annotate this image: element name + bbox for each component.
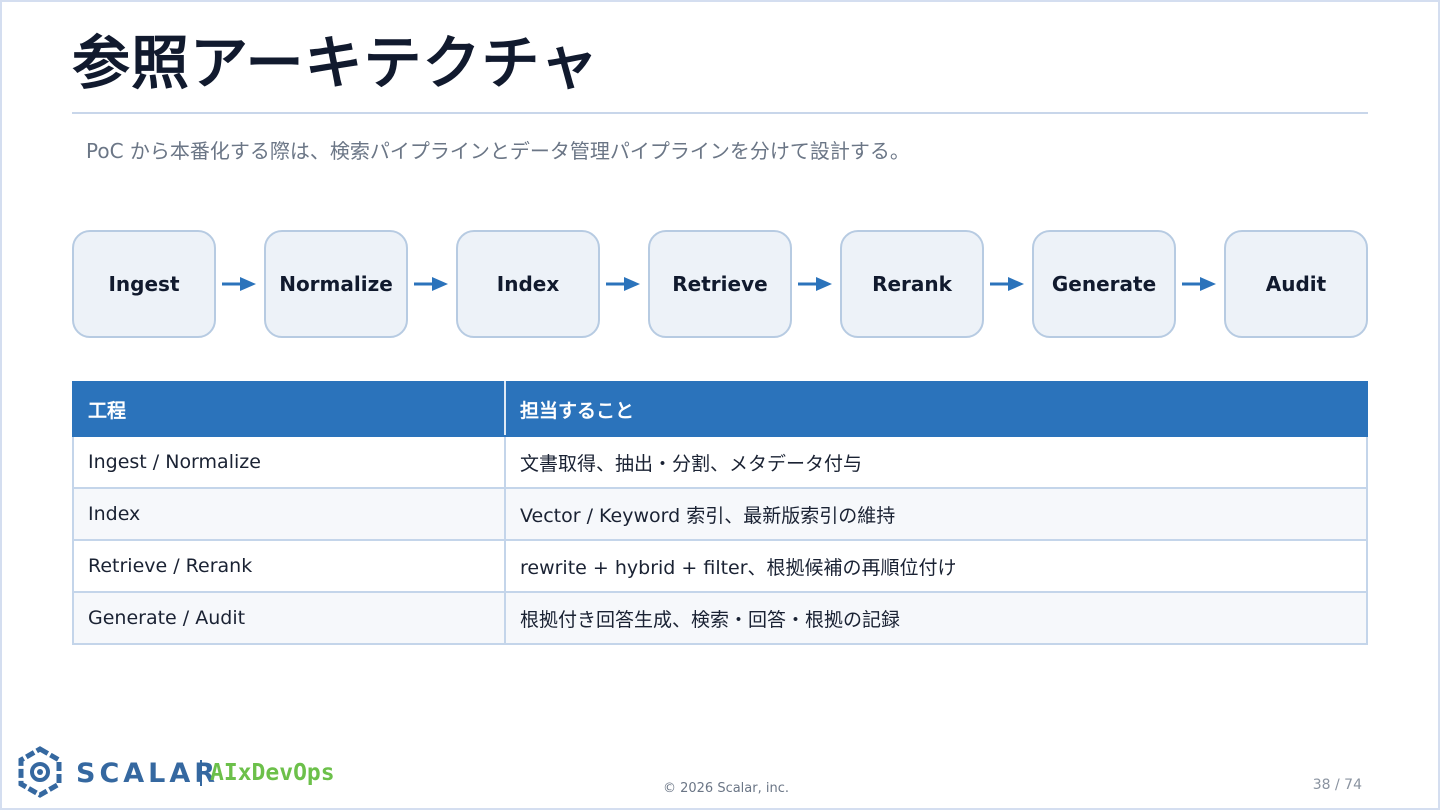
arrow-right-icon <box>222 277 256 291</box>
table-row: Retrieve / Rerank rewrite + hybrid + fil… <box>72 539 1368 593</box>
arrow-right-icon <box>798 277 832 291</box>
responsibility-table: 工程 担当すること Ingest / Normalize 文書取得、抽出・分割、… <box>72 381 1368 645</box>
arrow-right-icon <box>414 277 448 291</box>
page-number: 38 / 74 <box>1312 777 1362 793</box>
table-header-row: 工程 担当すること <box>72 381 1368 437</box>
pipeline-step-generate: Generate <box>1032 230 1176 338</box>
table-cell-responsibility: Vector / Keyword 索引、最新版索引の維持 <box>504 487 1368 541</box>
table-cell-responsibility: 文書取得、抽出・分割、メタデータ付与 <box>504 435 1368 489</box>
pipeline-flow: Ingest Normalize Index Retrieve Rerank G… <box>0 0 1440 360</box>
pipeline-step-rerank: Rerank <box>840 230 984 338</box>
copyright-text: © 2026 Scalar, inc. <box>662 781 790 796</box>
pipeline-step-normalize: Normalize <box>264 230 408 338</box>
table-cell-responsibility: 根拠付き回答生成、検索・回答・根拠の記録 <box>504 591 1368 645</box>
pipeline-step-audit: Audit <box>1224 230 1368 338</box>
table-row: Ingest / Normalize 文書取得、抽出・分割、メタデータ付与 <box>72 435 1368 489</box>
table-row: Index Vector / Keyword 索引、最新版索引の維持 <box>72 487 1368 541</box>
table-cell-stage: Index <box>72 487 506 541</box>
arrow-right-icon <box>606 277 640 291</box>
arrow-right-icon <box>990 277 1024 291</box>
table-header-stage: 工程 <box>72 381 506 437</box>
table-cell-stage: Retrieve / Rerank <box>72 539 506 593</box>
pipeline-step-ingest: Ingest <box>72 230 216 338</box>
pipeline-step-index: Index <box>456 230 600 338</box>
pipeline-step-retrieve: Retrieve <box>648 230 792 338</box>
arrow-right-icon <box>1182 277 1216 291</box>
table-cell-stage: Ingest / Normalize <box>72 435 506 489</box>
table-header-responsibility: 担当すること <box>504 381 1368 437</box>
table-row: Generate / Audit 根拠付き回答生成、検索・回答・根拠の記録 <box>72 591 1368 645</box>
table-cell-stage: Generate / Audit <box>72 591 506 645</box>
table-cell-responsibility: rewrite + hybrid + filter、根拠候補の再順位付け <box>504 539 1368 593</box>
